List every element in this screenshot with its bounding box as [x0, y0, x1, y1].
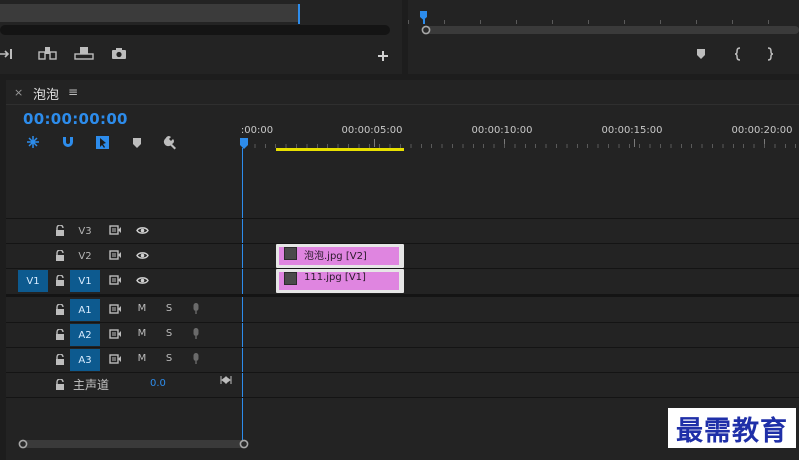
nest-sequence-icon[interactable]: [26, 135, 40, 149]
mark-out-icon[interactable]: [766, 47, 774, 61]
source-zoom-scrollbar[interactable]: [0, 25, 390, 35]
lock-icon[interactable]: [55, 250, 65, 261]
ruler-label-15s: 00:00:15:00: [601, 125, 663, 136]
program-monitor-panel: [408, 0, 799, 74]
export-frame-icon[interactable]: [111, 47, 127, 60]
scroll-handle-left-icon[interactable]: [18, 439, 28, 449]
scroll-handle-right-icon[interactable]: [239, 439, 249, 449]
solo-button[interactable]: S: [162, 303, 176, 314]
source-patch-v1[interactable]: V1: [18, 270, 48, 292]
sync-lock-icon[interactable]: [109, 275, 122, 285]
source-scrub-bar[interactable]: [0, 4, 300, 22]
track-divider: [6, 347, 799, 348]
mute-button[interactable]: M: [135, 353, 149, 364]
sync-lock-icon[interactable]: [109, 329, 122, 339]
lock-icon[interactable]: [55, 354, 65, 365]
track-target-v3[interactable]: V3: [70, 220, 100, 242]
sync-lock-icon[interactable]: [109, 304, 122, 314]
eye-icon[interactable]: [136, 276, 149, 285]
marker-icon[interactable]: [696, 48, 706, 60]
program-zoom-scrollbar[interactable]: [422, 26, 799, 34]
mute-button[interactable]: M: [135, 328, 149, 339]
clip-v1-label: 111.jpg [V1]: [304, 272, 366, 283]
microphone-icon[interactable]: [192, 352, 200, 365]
panel-menu-icon[interactable]: ≡: [68, 85, 78, 99]
lock-icon[interactable]: [55, 275, 65, 286]
lock-icon[interactable]: [55, 225, 65, 236]
track-target-v2[interactable]: V2: [70, 245, 100, 267]
track-target-v1[interactable]: V1: [70, 270, 100, 292]
eye-icon[interactable]: [136, 251, 149, 260]
plus-icon[interactable]: [377, 50, 389, 62]
program-playhead-icon[interactable]: [419, 10, 429, 24]
overwrite-icon[interactable]: [74, 46, 94, 60]
ruler-label-10s: 00:00:10:00: [471, 125, 533, 136]
microphone-icon[interactable]: [192, 327, 200, 340]
tab-underline: [6, 104, 799, 105]
timeline-zoom-scrollbar[interactable]: [22, 440, 246, 448]
video-audio-divider[interactable]: [6, 294, 799, 297]
clip-v1[interactable]: 111.jpg [V1]: [276, 269, 404, 293]
eye-icon[interactable]: [136, 226, 149, 235]
clip-v2-label: 泡泡.jpg [V2]: [304, 251, 367, 262]
fx-badge-icon: [284, 247, 297, 260]
microphone-icon[interactable]: [192, 302, 200, 315]
sequence-tab-name[interactable]: 泡泡: [33, 84, 59, 103]
source-monitor-panel: [0, 0, 402, 74]
track-target-a3[interactable]: A3: [70, 349, 100, 371]
master-volume-value[interactable]: 0.0: [150, 378, 166, 389]
mark-in-icon[interactable]: [734, 47, 742, 61]
lock-icon[interactable]: [55, 304, 65, 315]
ruler-label-0: :00:00: [240, 125, 274, 136]
watermark-logo: 最需教育: [668, 408, 796, 448]
ruler-label-20s: 00:00:20:00: [731, 125, 793, 136]
playhead-handle-icon[interactable]: [239, 137, 249, 151]
ruler-label-5s: 00:00:05:00: [341, 125, 403, 136]
program-ruler: [408, 10, 799, 24]
source-playhead[interactable]: [298, 4, 300, 24]
track-divider: [6, 218, 799, 219]
sync-lock-icon[interactable]: [109, 250, 122, 260]
close-tab-button[interactable]: ×: [14, 86, 23, 99]
go-to-in-out-icon[interactable]: [220, 375, 232, 385]
work-area-bar[interactable]: [276, 148, 404, 151]
track-divider: [6, 322, 799, 323]
wrench-icon[interactable]: [163, 135, 178, 150]
lock-icon[interactable]: [55, 379, 65, 390]
track-target-a1[interactable]: A1: [70, 299, 100, 321]
solo-button[interactable]: S: [162, 328, 176, 339]
track-divider: [6, 372, 799, 373]
track-target-a2[interactable]: A2: [70, 324, 100, 346]
solo-button[interactable]: S: [162, 353, 176, 364]
lock-icon[interactable]: [55, 329, 65, 340]
insert-icon[interactable]: [38, 46, 58, 60]
step-forward-icon[interactable]: [0, 48, 14, 60]
track-divider: [6, 397, 799, 398]
mute-button[interactable]: M: [135, 303, 149, 314]
fx-badge-icon: [284, 272, 297, 285]
linked-selection-icon[interactable]: [95, 135, 110, 150]
snap-icon[interactable]: [61, 135, 75, 149]
playhead-timecode[interactable]: 00:00:00:00: [23, 110, 128, 128]
marker-tool-icon[interactable]: [132, 137, 142, 149]
clip-v2[interactable]: 泡泡.jpg [V2]: [276, 244, 404, 268]
sync-lock-icon[interactable]: [109, 354, 122, 364]
program-scroll-handle-icon[interactable]: [421, 25, 431, 35]
master-track-label: 主声道: [73, 378, 110, 392]
sync-lock-icon[interactable]: [109, 225, 122, 235]
